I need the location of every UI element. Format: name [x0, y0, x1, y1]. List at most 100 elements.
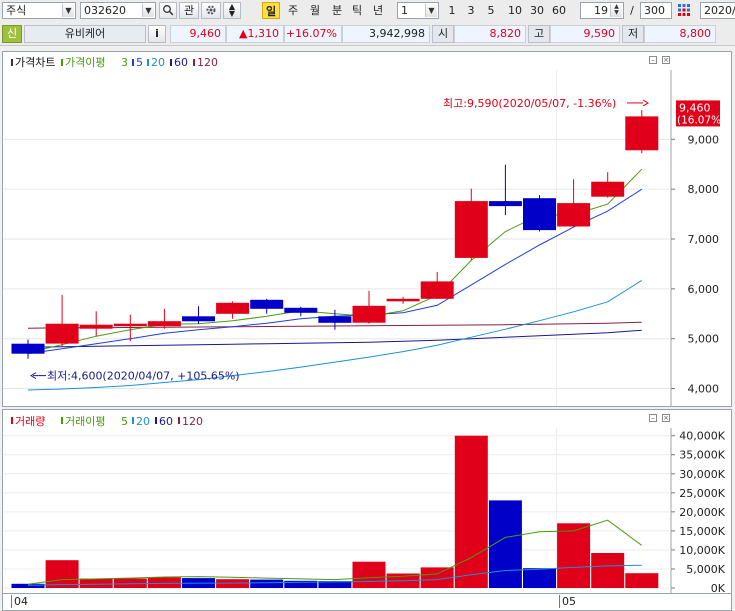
chevron-down-icon: ▼	[142, 4, 154, 17]
current-price-tag-value: 9,460	[679, 101, 711, 114]
legend-marker	[170, 59, 172, 66]
price-legend-ma60: 60	[174, 56, 188, 69]
period-minute[interactable]: 분	[328, 2, 346, 19]
volume-bar	[45, 560, 79, 588]
grid-toggle-button[interactable]	[675, 2, 693, 19]
legend-marker	[132, 417, 134, 424]
volume-tick-label: 25,000K	[679, 487, 725, 500]
price-chart[interactable]: 가격차트 가격이평 3 5 20 60 120 4,000 5,000 6,000 7…	[3, 52, 731, 406]
price-tick-label: 7,000	[688, 233, 720, 246]
price-legend-ma120: 120	[197, 56, 218, 69]
chart-window: 주식 ▼ 032620 ▼ 관 ▲ ▼ 일 주 월 분 틱 년 1 ▼ 1 3 …	[0, 0, 735, 611]
price-change-percent: +16.07%	[284, 25, 342, 43]
candle-body	[147, 321, 181, 327]
interval-1[interactable]: 1	[443, 2, 461, 19]
volume-bar	[557, 523, 591, 588]
candle-body	[182, 316, 215, 322]
volume-bar	[79, 578, 113, 588]
candle-body	[79, 324, 113, 329]
price-legend: 가격차트 가격이평 3 5 20 60 120	[11, 56, 218, 69]
market-select[interactable]: 주식 ▼	[2, 2, 76, 19]
period-day[interactable]: 일	[262, 2, 280, 19]
stock-info-button[interactable]: i	[148, 25, 166, 43]
period-month[interactable]: 월	[306, 2, 324, 19]
open-label: 시	[432, 25, 454, 43]
interval-60[interactable]: 60	[549, 2, 569, 19]
volume-legend-ma120: 120	[182, 415, 203, 428]
price-change: ▲1,310	[226, 25, 284, 43]
volume-legend-ma20: 20	[136, 415, 150, 428]
chevron-down-icon: ▼	[425, 4, 437, 17]
price-legend-ma5: 5	[136, 56, 143, 69]
legend-marker	[132, 59, 134, 66]
volume-bar	[523, 568, 556, 588]
price-chart-panel: – × 가격차트 가격이평 3 5 20 60 120 4,000 5,000 6,	[2, 51, 732, 407]
current-price: 9,460	[170, 25, 226, 43]
volume-bar	[11, 583, 45, 588]
updown-button[interactable]: ▲ ▼	[223, 2, 241, 19]
current-price-tag-percent: (16.07%)	[677, 114, 725, 126]
period-week[interactable]: 주	[284, 2, 302, 19]
toolbar: 주식 ▼ 032620 ▼ 관 ▲ ▼ 일 주 월 분 틱 년 1 ▼ 1 3 …	[0, 0, 735, 24]
volume-bar	[250, 579, 284, 588]
low-price: 8,800	[644, 25, 716, 43]
price-tick-label: 8,000	[688, 183, 720, 196]
high-label: 고	[528, 25, 550, 43]
total-count-input[interactable]: 300	[640, 2, 672, 19]
volume-legend: 거래량 거래이평 5 20 60 120	[11, 415, 203, 428]
volume-tick-label: 30,000K	[679, 468, 725, 481]
candle-body	[625, 116, 659, 151]
volume-tick-label: 15,000K	[679, 525, 725, 538]
market-select-value: 주식	[6, 4, 27, 17]
interval-3[interactable]: 3	[462, 2, 480, 19]
stock-code-input[interactable]: 032620 ▼	[80, 2, 156, 19]
volume-bar	[591, 553, 625, 588]
count-stepper[interactable]: 19 ▲ ▼	[580, 2, 624, 19]
candle-body	[113, 323, 147, 327]
price-tick-label: 9,000	[688, 133, 720, 146]
open-price: 8,820	[454, 25, 526, 43]
price-tick-label: 4,000	[688, 383, 720, 396]
candle-body	[318, 316, 352, 323]
price-legend-ma-title: 가격이평	[65, 56, 105, 69]
candle-body	[454, 201, 488, 258]
chevron-down-icon: ▼	[228, 9, 236, 18]
interest-button[interactable]: 관	[179, 2, 199, 19]
credit-badge: 신	[2, 25, 22, 43]
price-candles	[11, 109, 659, 359]
interval-5[interactable]: 5	[482, 2, 500, 19]
stock-info-bar: 신 유비케어 i 9,460 ▲1,310 +16.07% 3,942,998 …	[0, 23, 735, 46]
price-grid	[3, 70, 672, 406]
date-axis: 04 05	[2, 594, 732, 611]
chevron-down-icon: ▼	[62, 4, 74, 17]
volume-legend-ma-title: 거래이평	[65, 415, 105, 428]
high-annotation: 최고:9,590(2020/05/07, -1.36%)	[443, 97, 616, 110]
interval-30[interactable]: 30	[527, 2, 547, 19]
period-tick[interactable]: 틱	[348, 2, 366, 19]
interval-select[interactable]: 1 ▼	[397, 2, 439, 19]
stock-code-value: 032620	[84, 4, 126, 17]
price-legend-ma3: 3	[121, 56, 128, 69]
volume-tick-label: 35,000K	[679, 449, 725, 462]
candle-body	[557, 203, 591, 227]
volume-bar	[352, 561, 386, 588]
date-input[interactable]: 2020/	[700, 2, 735, 19]
legend-marker	[61, 417, 63, 424]
legend-marker	[61, 59, 63, 66]
volume-chart[interactable]: 거래량 거래이평 5 20 60 120 0K 5,000K 10,000K 15,0…	[3, 410, 731, 593]
gear-icon	[206, 5, 216, 15]
date-axis-label: 04	[11, 595, 28, 608]
volume-bar	[625, 573, 659, 588]
interval-10[interactable]: 10	[505, 2, 525, 19]
price-tick-label: 6,000	[688, 283, 720, 296]
stepper-arrows-icon: ▲ ▼	[610, 4, 622, 17]
candle-body	[352, 305, 386, 323]
search-button[interactable]	[159, 2, 177, 19]
candle-body	[488, 201, 522, 207]
count-separator: /	[630, 4, 634, 17]
volume-tick-label: 10,000K	[679, 544, 725, 557]
period-year[interactable]: 년	[369, 2, 387, 19]
candle-body	[250, 299, 284, 309]
volume-tick-label: 0K	[711, 582, 726, 593]
settings-button[interactable]	[201, 2, 221, 19]
